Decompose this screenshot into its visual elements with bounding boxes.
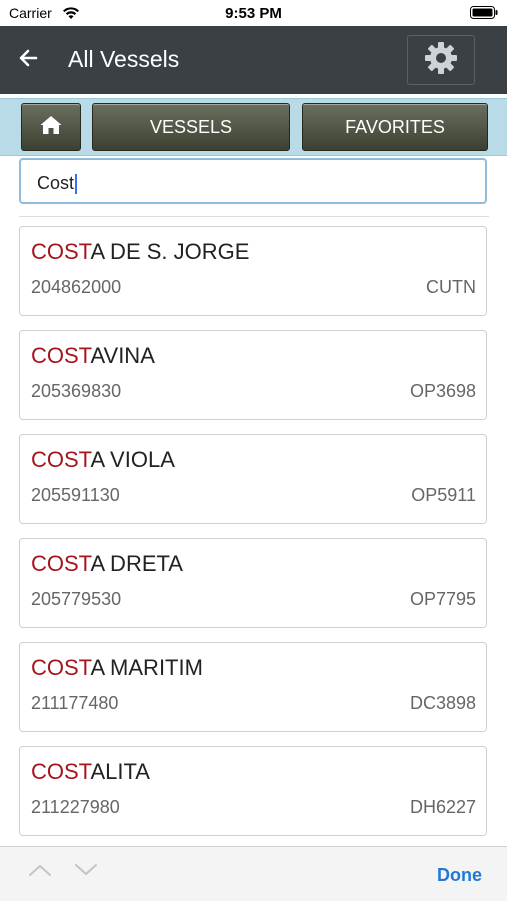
vessel-callsign: OP7795 bbox=[409, 589, 476, 609]
search-input-value: Cost bbox=[37, 173, 75, 193]
vessel-card[interactable]: COSTA DRETA 205779530 OP7795 bbox=[19, 538, 487, 628]
vessel-mmsi: 205591130 bbox=[31, 485, 120, 505]
vessel-name: COSTAVINA bbox=[31, 343, 155, 369]
vessel-card[interactable]: COSTAVINA 205369830 OP3698 bbox=[19, 330, 487, 420]
status-bar: Carrier 9:53 PM bbox=[0, 0, 507, 26]
vessel-callsign: OP3698 bbox=[409, 381, 476, 401]
search-input[interactable]: Cost bbox=[19, 158, 487, 204]
vessel-name-match: COST bbox=[31, 759, 91, 784]
text-caret bbox=[75, 174, 78, 195]
vessel-name: COSTALITA bbox=[31, 759, 150, 785]
vessel-mmsi: 211227980 bbox=[31, 797, 120, 817]
vessel-callsign: CUTN bbox=[426, 277, 476, 297]
vessel-callsign: DC3898 bbox=[409, 693, 476, 713]
keyboard-accessory-bar: Done bbox=[0, 846, 507, 901]
vessel-mmsi: 211177480 bbox=[31, 693, 119, 713]
vessel-name: COSTA DRETA bbox=[31, 551, 183, 577]
vessel-mmsi: 205369830 bbox=[31, 381, 122, 401]
chevron-up-icon[interactable] bbox=[28, 863, 52, 882]
vessel-card[interactable]: COSTA MARITIM 211177480 DC3898 bbox=[19, 642, 487, 732]
vessel-card[interactable]: COSTALITA 211227980 DH6227 bbox=[19, 746, 487, 836]
vessel-mmsi: 204862000 bbox=[31, 277, 122, 297]
vessel-name-match: COST bbox=[31, 447, 91, 472]
home-button[interactable] bbox=[21, 103, 81, 151]
tab-favorites[interactable]: FAVORITES bbox=[302, 103, 488, 151]
tab-vessels[interactable]: VESSELS bbox=[92, 103, 290, 151]
vessel-name: COSTA VIOLA bbox=[31, 447, 175, 473]
back-arrow-icon[interactable] bbox=[18, 48, 38, 73]
vessel-card[interactable]: COSTA DE S. JORGE 204862000 CUTN bbox=[19, 226, 487, 316]
vessel-name-match: COST bbox=[31, 655, 91, 680]
vessel-name-rest: A DE S. JORGE bbox=[90, 239, 250, 264]
chevron-down-icon[interactable] bbox=[74, 863, 98, 882]
vessel-name-rest: A VIOLA bbox=[90, 447, 175, 472]
vessel-name: COSTA MARITIM bbox=[31, 655, 203, 681]
vessel-card[interactable]: COSTA VIOLA 205591130 OP5911 bbox=[19, 434, 487, 524]
gear-icon bbox=[423, 40, 459, 81]
tab-strip: VESSELS FAVORITES bbox=[0, 98, 507, 156]
settings-button[interactable] bbox=[407, 35, 475, 85]
divider bbox=[19, 216, 489, 217]
vessel-name: COSTA DE S. JORGE bbox=[31, 239, 249, 265]
vessel-name-match: COST bbox=[31, 343, 91, 368]
vessel-name-match: COST bbox=[31, 239, 91, 264]
vessel-name-rest: A DRETA bbox=[90, 551, 183, 576]
vessel-name-rest: ALITA bbox=[90, 759, 150, 784]
vessel-name-match: COST bbox=[31, 551, 91, 576]
navigation-bar: All Vessels bbox=[0, 26, 507, 94]
home-icon bbox=[39, 114, 63, 141]
done-button[interactable]: Done bbox=[437, 865, 482, 886]
vessel-mmsi: 205779530 bbox=[31, 589, 122, 609]
vessel-name-rest: AVINA bbox=[90, 343, 155, 368]
vessel-callsign: DH6227 bbox=[409, 797, 476, 817]
battery-icon bbox=[470, 6, 498, 22]
vessel-callsign: OP5911 bbox=[411, 485, 476, 505]
clock: 9:53 PM bbox=[225, 5, 282, 22]
vessel-name-rest: A MARITIM bbox=[90, 655, 203, 680]
page-title: All Vessels bbox=[68, 46, 180, 72]
